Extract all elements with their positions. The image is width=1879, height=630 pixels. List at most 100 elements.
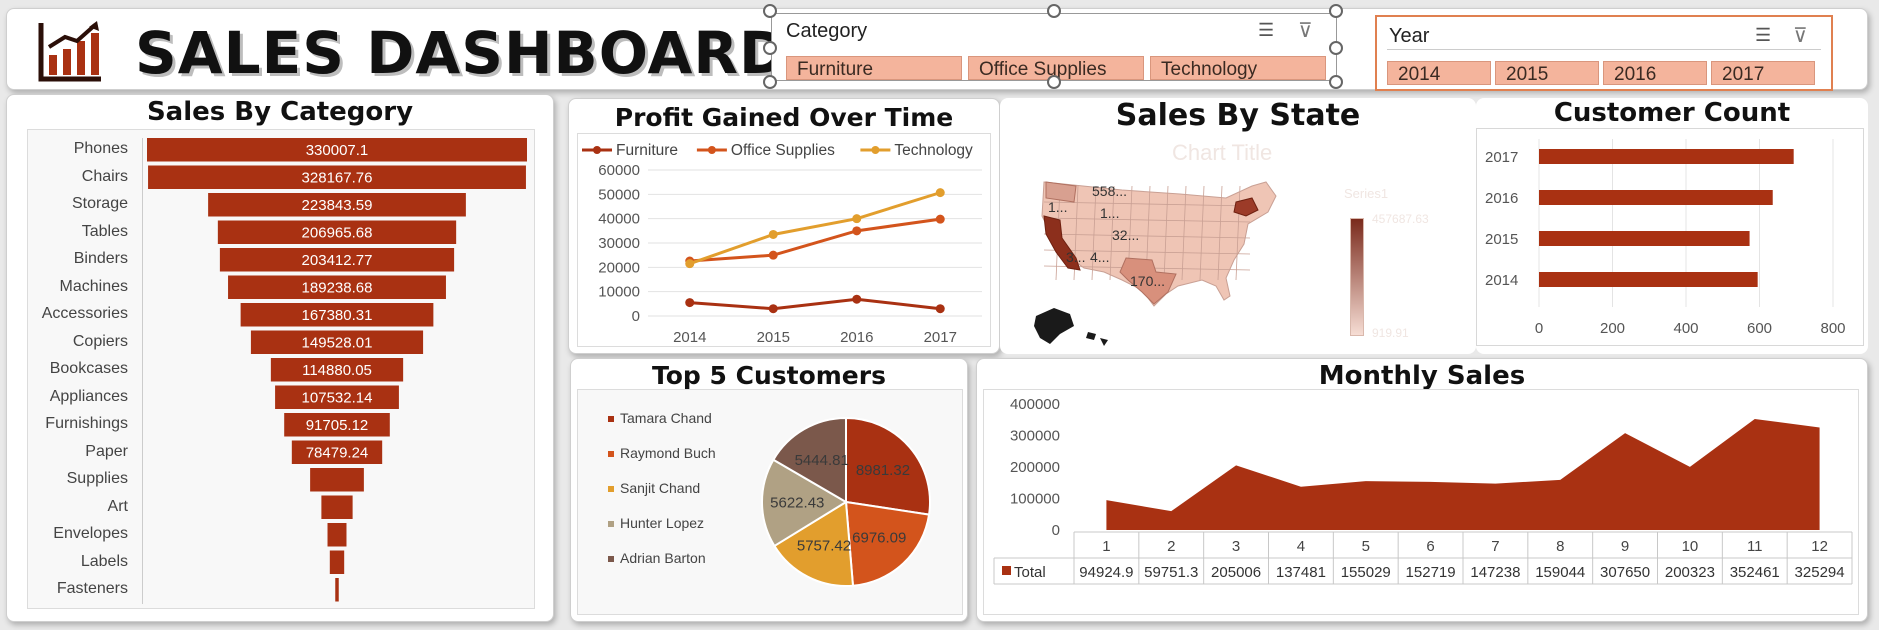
x-tick-label: 400	[1673, 320, 1698, 337]
bar-chart-icon	[38, 21, 101, 82]
count-bar	[1539, 272, 1758, 287]
resize-handle[interactable]	[1047, 75, 1061, 89]
chart-area: 0 200 400 600 800 2017 2016 2015 2014	[1476, 128, 1864, 346]
slicer-option-technology[interactable]: Technology	[1150, 56, 1326, 80]
x-tick-label: 2015	[757, 329, 790, 346]
legend-label: Office Supplies	[731, 142, 835, 159]
table-value: 352461	[1730, 564, 1780, 581]
area-series	[1106, 418, 1820, 530]
year-slicer[interactable]: Year ☰ ⊽ 2014 2015 2016 2017	[1375, 15, 1833, 91]
panel-title: Customer Count	[1553, 98, 1791, 128]
data-point	[768, 304, 778, 314]
count-bar	[1539, 231, 1750, 246]
category-label: Paper	[85, 442, 128, 460]
funnel-bar	[335, 578, 339, 602]
legend-swatch	[608, 416, 614, 423]
legend-item: Raymond Buch	[608, 445, 716, 461]
legend-swatch	[1002, 566, 1011, 575]
monthly-sales-panel: Monthly Sales 0 100000 200000 300000 400000 1…	[976, 358, 1868, 622]
y-tick-label: 60000	[598, 162, 640, 179]
table-value: 147238	[1470, 564, 1520, 581]
data-label: 206965.68	[302, 224, 373, 241]
x-tick-label: 0	[1535, 320, 1543, 337]
category-label: Binders	[73, 250, 128, 267]
map-data-label: 32...	[1112, 227, 1139, 243]
table-value: 159044	[1535, 564, 1585, 581]
resize-handle[interactable]	[1329, 4, 1343, 18]
resize-handle[interactable]	[763, 4, 777, 18]
data-point	[935, 214, 945, 224]
ghost-max-label: 457687.63	[1372, 212, 1429, 226]
multi-select-icon[interactable]: ☰	[1755, 25, 1771, 46]
top5-customers-panel: Top 5 Customers Tamara Chand Raymond Buch…	[570, 358, 968, 622]
category-label: Storage	[71, 195, 128, 212]
x-tick-label: 6	[1426, 538, 1434, 555]
table-value: 94924.9	[1079, 564, 1133, 581]
x-tick-label: 2	[1167, 538, 1175, 555]
x-tick-label: 600	[1747, 320, 1772, 337]
resize-handle[interactable]	[1047, 4, 1061, 18]
legend-item: Tamara Chand	[608, 410, 712, 426]
y-tick-label: 0	[1052, 522, 1060, 539]
map-color-scale	[1350, 218, 1364, 336]
panel-title: Monthly Sales	[1318, 361, 1526, 391]
resize-handle[interactable]	[763, 75, 777, 89]
legend-label: Technology	[894, 142, 973, 159]
data-label: 149528.01	[302, 334, 373, 351]
slicer-option-2014[interactable]: 2014	[1387, 61, 1491, 85]
header-panel: SALES DASHBOARD Category ☰ ⊽ Furniture O…	[6, 4, 1868, 91]
map-data-label: 4...	[1090, 249, 1109, 265]
category-label: Fasteners	[56, 580, 128, 597]
funnel-bar	[329, 550, 345, 574]
y-tick-label: 10000	[598, 284, 640, 301]
table-value: 59751.3	[1144, 564, 1198, 581]
funnel-axis-line	[142, 138, 143, 604]
resize-handle[interactable]	[1329, 75, 1343, 89]
data-label: 5622.43	[770, 495, 824, 512]
chart-area: 0 100000 200000 300000 400000 1 2 3 4 5 6 7 8 9 10 11 12…	[983, 389, 1859, 615]
top5-pie-chart: 8981.32 6976.095757.42 5622.43 5444.81	[761, 416, 931, 587]
multi-select-icon[interactable]: ☰	[1258, 20, 1274, 41]
slicer-option-2015[interactable]: 2015	[1495, 61, 1599, 85]
slicer-option-2017[interactable]: 2017	[1711, 61, 1815, 85]
y-tick-label: 0	[632, 308, 640, 325]
category-label: Furnishings	[45, 415, 128, 432]
data-point	[935, 188, 945, 198]
data-label: 5757.42	[797, 537, 851, 554]
y-tick-label: 40000	[598, 211, 640, 228]
map-data-label: 3...	[1066, 249, 1085, 265]
data-point	[768, 229, 778, 239]
category-label: Supplies	[66, 470, 128, 487]
category-label: Copiers	[72, 332, 128, 350]
y-tick-label: 200000	[1010, 459, 1060, 476]
resize-handle[interactable]	[1329, 41, 1343, 55]
x-tick-label: 12	[1811, 538, 1828, 555]
clear-filter-icon[interactable]: ⊽	[1793, 23, 1808, 48]
legend-label: Hunter Lopez	[620, 515, 705, 531]
data-label: 8981.32	[856, 462, 910, 479]
funnel-bar	[327, 523, 347, 547]
map-group: 558... 1... 1... 32... 3... 4... 170...	[1034, 181, 1277, 346]
category-label: Art	[107, 497, 128, 515]
category-slicer[interactable]: Category ☰ ⊽ Furniture Office Supplies T…	[771, 13, 1337, 81]
y-tick-label: 30000	[598, 235, 640, 252]
customer-count-bar-chart: 0 200 400 600 800 2017 2016 2015 2014	[1485, 139, 1846, 337]
data-point	[852, 226, 862, 236]
resize-handle[interactable]	[763, 41, 777, 55]
panel-title: Profit Gained Over Time	[614, 103, 954, 132]
data-label: 328167.76	[302, 169, 373, 186]
x-tick-label: 5	[1362, 538, 1370, 555]
count-bar	[1539, 190, 1773, 205]
category-label: Tables	[81, 222, 128, 240]
x-tick-label: 9	[1621, 538, 1629, 555]
category-label: Appliances	[49, 387, 128, 405]
legend-swatch	[608, 556, 614, 563]
panel-title: Top 5 Customers	[652, 361, 886, 390]
x-tick-label: 1	[1102, 538, 1110, 555]
clear-filter-icon[interactable]: ⊽	[1298, 18, 1313, 43]
slicer-option-2016[interactable]: 2016	[1603, 61, 1707, 85]
table-value: 325294	[1795, 564, 1845, 581]
ghost-min-label: 919.91	[1372, 326, 1409, 340]
legend-swatch	[608, 486, 614, 493]
slicer-option-furniture[interactable]: Furniture	[786, 56, 962, 80]
